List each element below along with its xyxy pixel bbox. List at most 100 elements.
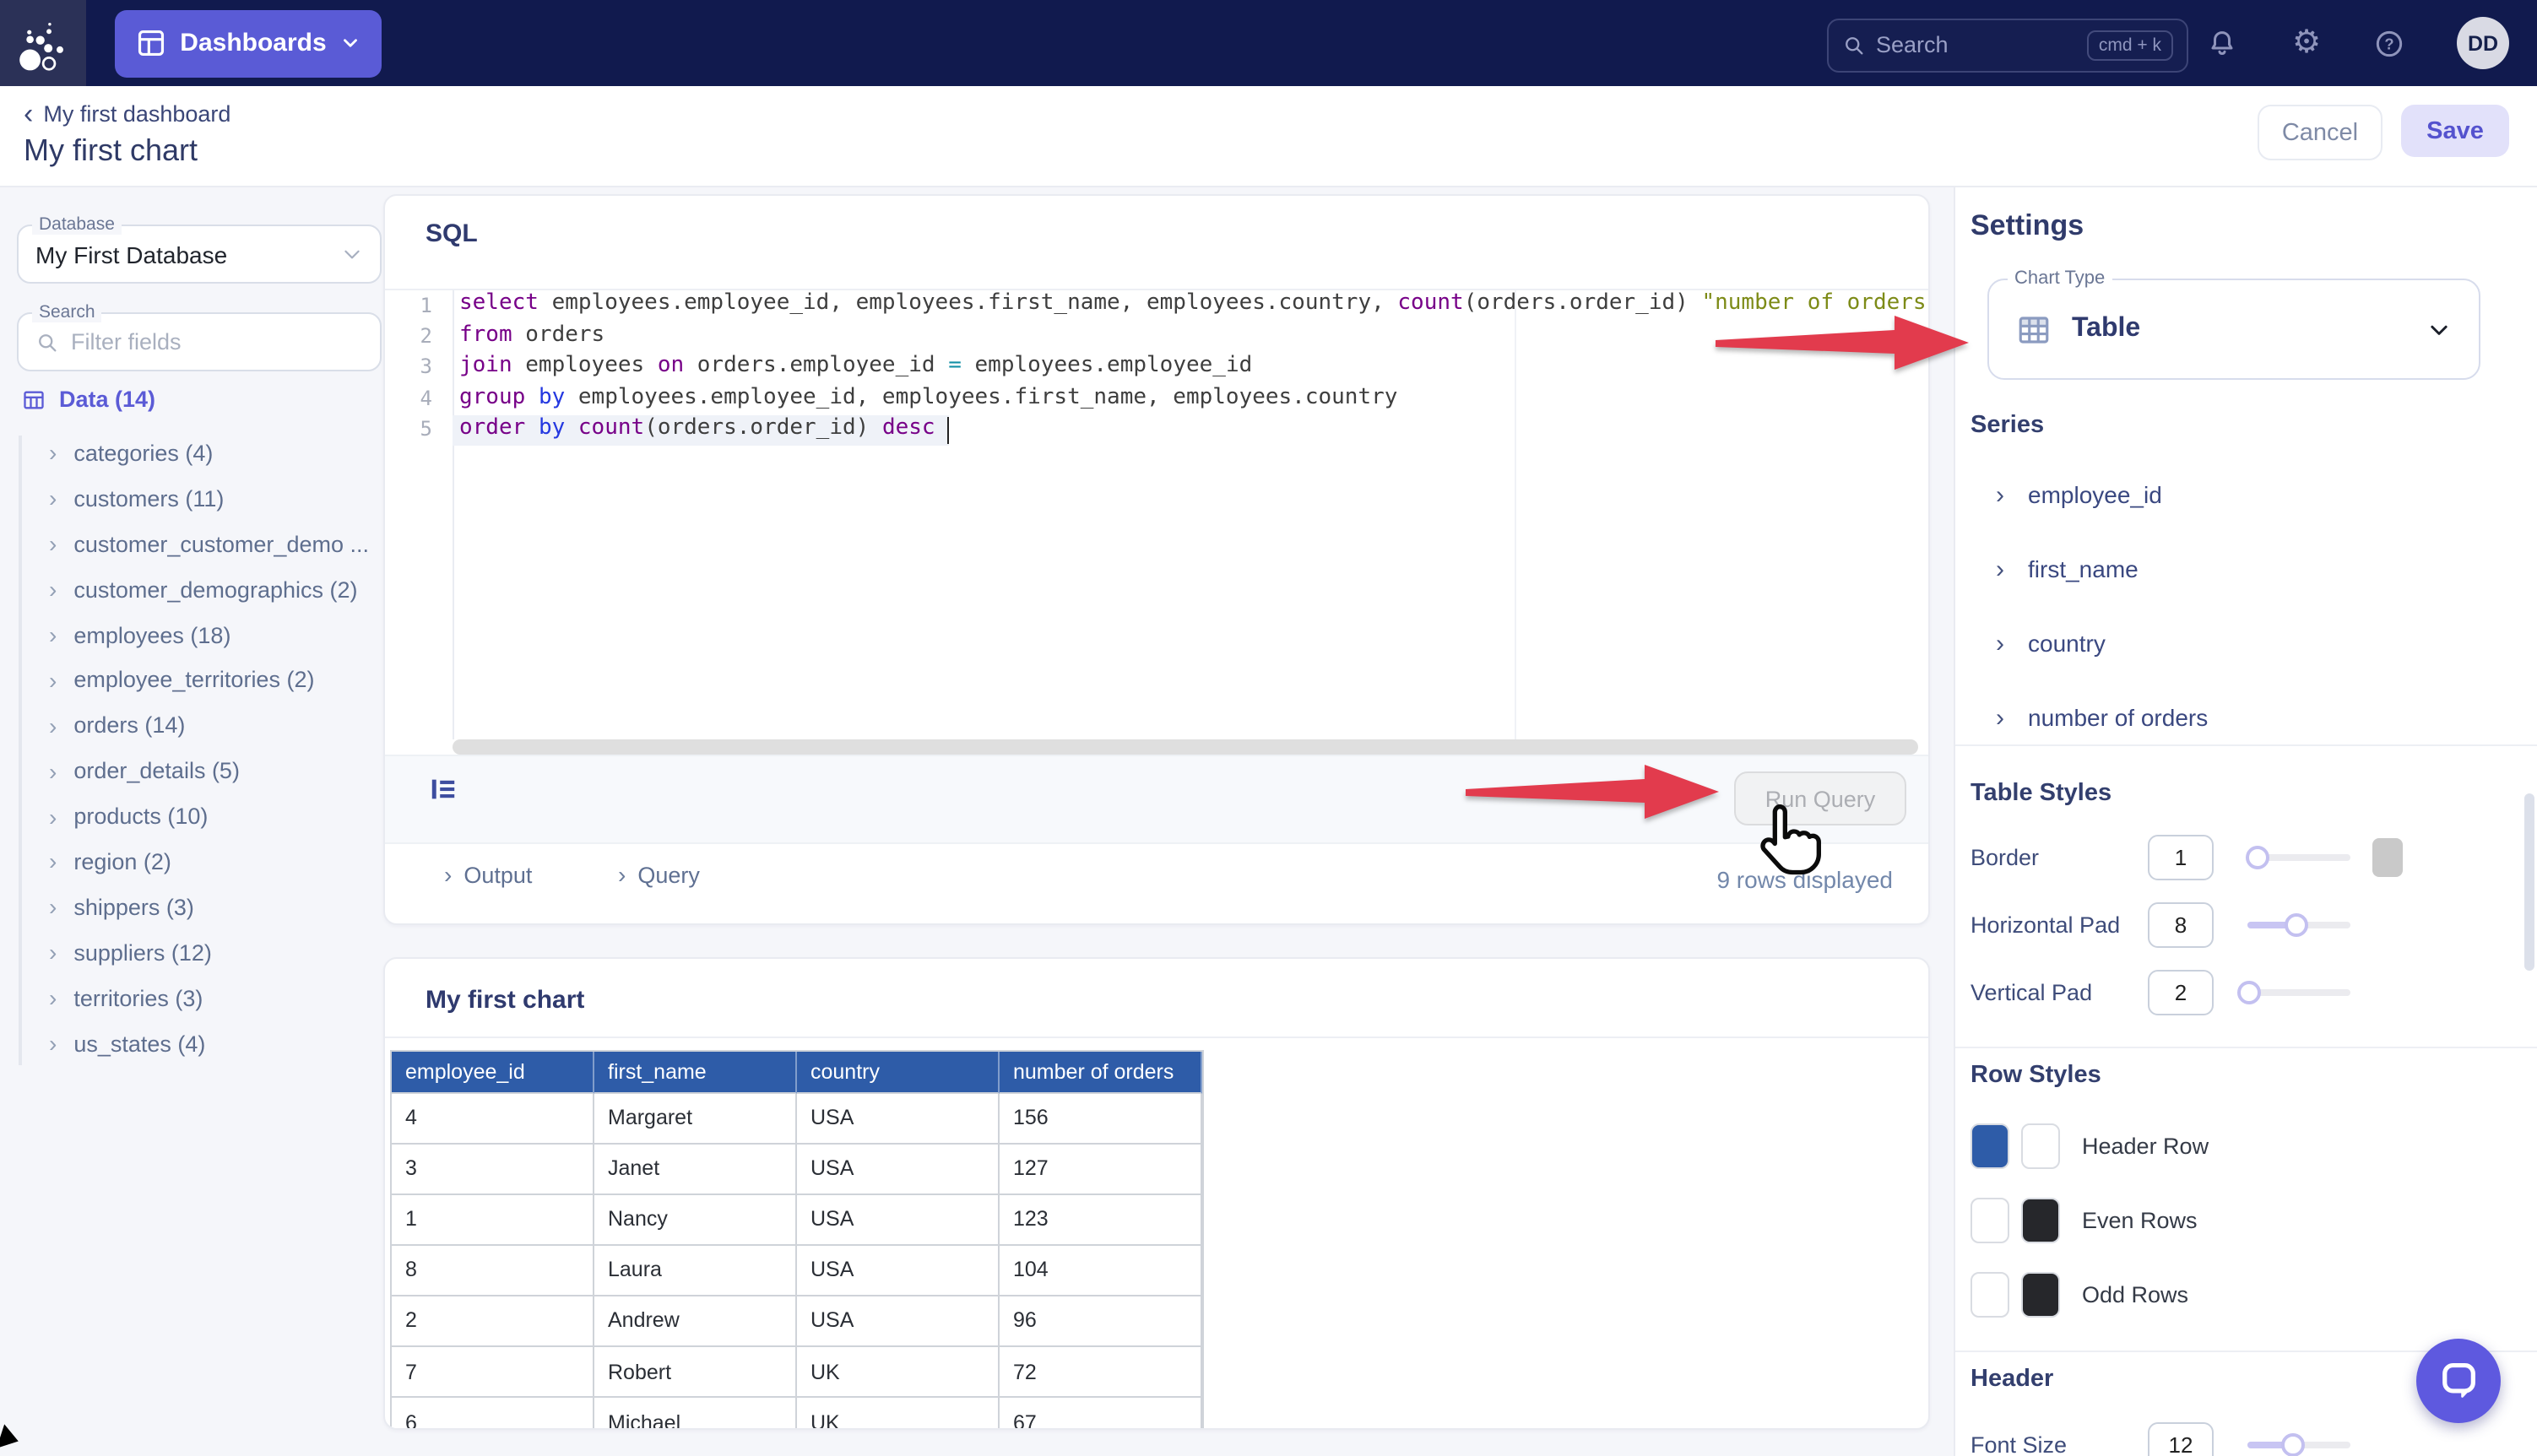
code-token: by: [539, 384, 565, 409]
table-tree-item[interactable]: ›categories (4): [17, 430, 355, 476]
vertical-pad-slider[interactable]: [2247, 989, 2350, 996]
vertical-pad-input[interactable]: 2: [2148, 970, 2214, 1015]
panel-scrollbar[interactable]: [2524, 793, 2534, 971]
series-list: ›employee_id›first_name›country›number o…: [1955, 457, 2537, 755]
chevron-right-icon: ›: [49, 667, 57, 694]
table-tree-item[interactable]: ›order_details (5): [17, 748, 355, 793]
style-row-label: Border: [1971, 845, 2039, 870]
border-slider[interactable]: [2247, 854, 2350, 861]
code-token: count: [578, 415, 644, 441]
table-tree-item[interactable]: ›territories (3): [17, 975, 355, 1020]
notifications-button[interactable]: [2204, 24, 2241, 62]
border-color-swatch[interactable]: [2372, 838, 2403, 877]
table-cell: Robert: [594, 1347, 797, 1398]
font-size-slider[interactable]: [2247, 1442, 2350, 1448]
table-row: 8LauraUSA104: [392, 1246, 1202, 1296]
output-section-toggle[interactable]: › Output: [444, 861, 532, 888]
horizontal-pad-input[interactable]: 8: [2148, 902, 2214, 948]
sql-card-title: SQL: [426, 219, 478, 248]
annotation-arrow-chart-type: [1716, 314, 1972, 371]
support-chat-button[interactable]: [2416, 1339, 2501, 1423]
search-icon: [35, 330, 59, 354]
slider-knob[interactable]: [2285, 913, 2309, 937]
horizontal-pad-slider[interactable]: [2247, 922, 2350, 928]
table-tree-item[interactable]: ›region (2): [17, 839, 355, 885]
table-tree-item[interactable]: ›shippers (3): [17, 885, 355, 930]
chevron-down-icon: [2426, 317, 2452, 342]
cancel-button[interactable]: Cancel: [2258, 105, 2383, 160]
format-query-button[interactable]: [429, 775, 458, 812]
help-icon: ?: [2372, 26, 2406, 60]
table-tree-item[interactable]: ›products (10): [17, 793, 355, 839]
sql-code-editor[interactable]: select employees.employee_id, employees.…: [453, 290, 1927, 739]
row-style-color-swatch[interactable]: [2021, 1123, 2060, 1169]
table-cell: 1: [392, 1194, 594, 1245]
slider-knob[interactable]: [2282, 1433, 2306, 1456]
chevron-right-icon: ›: [1996, 629, 2004, 658]
row-style-color-swatch[interactable]: [1971, 1198, 2009, 1243]
series-section-title: Series: [1971, 412, 2044, 439]
table-tree-item[interactable]: ›employees (18): [17, 612, 355, 658]
row-style-color-swatch[interactable]: [1971, 1272, 2009, 1318]
text-cursor: [947, 417, 950, 444]
output-toggle-label: Output: [463, 862, 532, 887]
dashboards-button[interactable]: Dashboards: [115, 9, 382, 77]
table-header-cell: country: [797, 1052, 1000, 1093]
format-indent-icon: [429, 775, 458, 804]
annotation-arrow-run-query: [1466, 763, 1722, 820]
table-cell: Andrew: [594, 1296, 797, 1347]
table-tree-item[interactable]: ›customer_customer_demo ...: [17, 522, 355, 567]
series-item[interactable]: ›first_name: [1955, 532, 2537, 606]
filter-fields-input[interactable]: Search Filter fields: [17, 312, 382, 371]
help-button[interactable]: ?: [2371, 24, 2408, 62]
query-section-toggle[interactable]: › Query: [618, 861, 700, 888]
table-tree-item[interactable]: ›orders (14): [17, 703, 355, 749]
chevron-right-icon: ›: [49, 894, 57, 921]
row-style-color-swatch[interactable]: [2021, 1198, 2060, 1243]
database-select[interactable]: Database My First Database: [17, 225, 382, 284]
table-tree-label: employees (18): [73, 622, 230, 647]
table-tree-label: products (10): [73, 804, 208, 829]
chevron-down-icon: [341, 243, 363, 265]
row-style-row: Header Row: [1955, 1109, 2537, 1183]
global-search-input[interactable]: Search cmd + k: [1827, 18, 2188, 72]
series-item[interactable]: ›country: [1955, 606, 2537, 680]
page-header: ‹ My first dashboard My first chart Canc…: [0, 86, 2537, 187]
series-item-label: number of orders: [2028, 704, 2208, 731]
code-token: join: [459, 353, 512, 378]
settings-button[interactable]: ⚙: [2288, 24, 2325, 62]
chevron-right-icon: ›: [49, 712, 57, 739]
breadcrumb[interactable]: ‹ My first dashboard: [24, 101, 230, 127]
user-avatar[interactable]: DD: [2457, 17, 2509, 69]
border-input[interactable]: 1: [2148, 835, 2214, 880]
chart-type-select[interactable]: Chart Type Table: [1987, 279, 2480, 380]
row-style-color-swatch[interactable]: [2021, 1272, 2060, 1318]
slider-knob[interactable]: [2246, 846, 2269, 869]
table-tree-item[interactable]: ›customer_demographics (2): [17, 566, 355, 612]
slider-knob[interactable]: [2236, 981, 2260, 1004]
series-item[interactable]: ›employee_id: [1955, 457, 2537, 532]
dashboards-button-label: Dashboards: [180, 29, 326, 57]
table-tree-item[interactable]: ›employee_territories (2): [17, 658, 355, 703]
table-cell: 156: [1000, 1093, 1202, 1144]
line-number: 2: [420, 324, 432, 348]
table-tree-item[interactable]: ›customers (11): [17, 476, 355, 522]
code-token: (orders.order_id): [1464, 291, 1702, 317]
horizontal-scrollbar[interactable]: [453, 739, 1918, 755]
table-tree-item[interactable]: ›us_states (4): [17, 1020, 355, 1066]
table-cell: USA: [797, 1246, 1000, 1296]
table-styles-title: Table Styles: [1971, 780, 2111, 807]
save-button[interactable]: Save: [2401, 105, 2509, 157]
table-header-cell: number of orders: [1000, 1052, 1202, 1093]
data-section-label: Data (14): [59, 387, 155, 412]
app-logo[interactable]: [0, 0, 86, 86]
series-item[interactable]: › number of orders: [1955, 680, 2537, 755]
row-style-color-swatch[interactable]: [1971, 1123, 2009, 1169]
data-section-toggle[interactable]: Data (14): [22, 387, 155, 412]
table-tree-item[interactable]: ›suppliers (12): [17, 930, 355, 976]
font-size-input[interactable]: 12: [2148, 1422, 2214, 1456]
code-token: group: [459, 384, 525, 409]
header-section-title: Header: [1971, 1366, 2053, 1393]
table-tree-label: categories (4): [73, 441, 213, 466]
chevron-right-icon: ›: [1996, 703, 2004, 732]
